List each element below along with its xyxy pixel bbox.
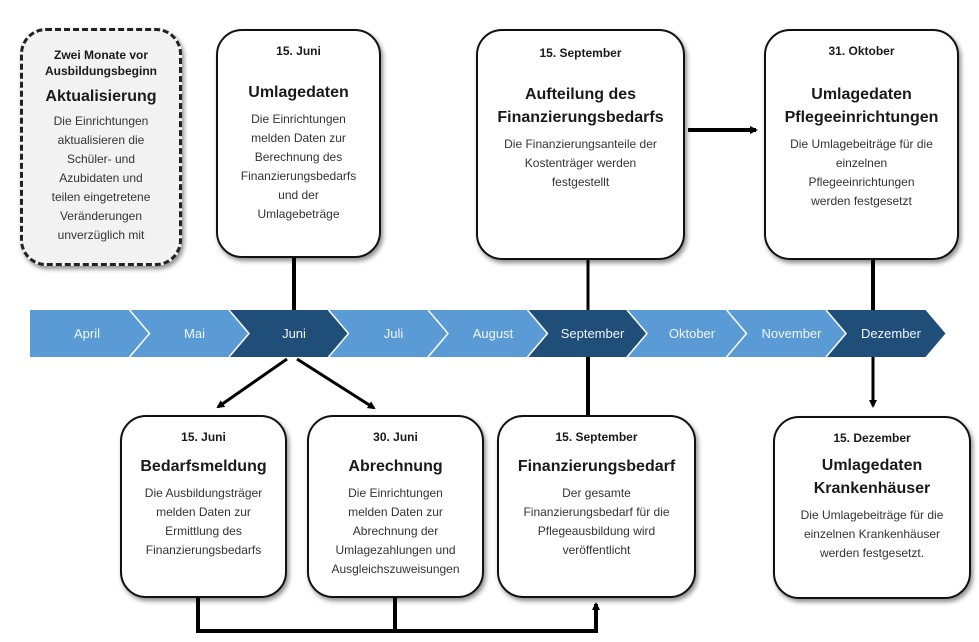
box-title: Umlagedaten <box>248 84 349 101</box>
box-date: 15. Juni <box>276 44 321 58</box>
box-description: Die Einrichtungen melden Daten zur Abrechn… <box>331 486 460 576</box>
box-description: Die Ausbildungsträger melden Daten zur Erm… <box>144 486 263 557</box>
month-label-oktober: Oktober <box>668 326 716 341</box>
box-date: 15. Dezember <box>833 431 911 445</box>
box-title: Bedarfsmeldung <box>140 458 267 475</box>
box-date: 15. September <box>555 430 638 444</box>
box-title: Finanzierungsbedarf <box>517 458 676 475</box>
box-date: 15. September <box>539 46 622 60</box>
month-label-november: November <box>761 326 822 341</box>
box-description: Der gesamte Finanzierungsbedarf für die Pf… <box>523 486 670 557</box>
box-aktualisierung: Zwei Monate vor Ausbildungsbeginn Aktual… <box>20 28 182 266</box>
month-label-september: September <box>560 326 625 341</box>
box-date: 15. Juni <box>181 430 226 444</box>
box-krankenhaeuser: 15. Dezember Umlagedaten Krankenhäuser Di… <box>773 416 971 599</box>
box-description: Die Einrichtungen aktualisieren die Schüle… <box>51 114 151 242</box>
month-label-dezember: Dezember <box>861 326 921 341</box>
box-finanzierungsbedarf: 15. September Finanzierungsbedarf Der ge… <box>497 415 696 598</box>
box-description: Die Umlagebeiträge für die einzelnen Pfleg… <box>790 137 933 208</box>
box-abrechnung: 30. Juni Abrechnung Die Einrichtungen mel… <box>307 415 484 598</box>
box-description: Die Umlagebeiträge für die einzelnen Kran… <box>800 508 944 560</box>
box-date: 30. Juni <box>373 430 418 444</box>
box-umlagedaten: 15. Juni Umlagedaten Die Einrichtungen me… <box>216 29 381 258</box>
arrow-juni-to-abrechnung <box>296 357 376 410</box>
box-title: Abrechnung <box>348 458 443 475</box>
month-label-mai: Mai <box>184 326 205 341</box>
box-description: Die Einrichtungen melden Daten zur Berechn… <box>240 112 357 221</box>
month-label-juli: Juli <box>383 326 404 341</box>
box-date: 31. Oktober <box>828 44 895 58</box>
box-description: Die Finanzierungsanteile der Kostenträger… <box>504 137 657 189</box>
box-pflegeeinrichtungen: 31. Oktober Umlagedaten Pflegeeinrichtung… <box>764 29 959 260</box>
box-aufteilung: 15. September Aufteilung des Finanzierung… <box>476 29 685 260</box>
box-title: Aufteilung des Finanzierungsbedarfs <box>497 86 664 126</box>
month-label-april: April <box>73 326 100 341</box>
arrow-juni-to-bedarfsmeldung <box>216 357 288 409</box>
box-title: Umlagedaten Pflegeeinrichtungen <box>784 86 939 126</box>
month-label-august: August <box>472 326 514 341</box>
box-bedarfsmeldung: 15. Juni Bedarfsmeldung Die Ausbildungst… <box>120 415 287 598</box>
box-title: Umlagedaten Krankenhäuser <box>813 457 931 497</box>
box-title: Aktualisierung <box>45 88 157 105</box>
box-date: Zwei Monate vor Ausbildungsbeginn <box>45 48 157 78</box>
month-label-juni: Juni <box>282 326 306 341</box>
